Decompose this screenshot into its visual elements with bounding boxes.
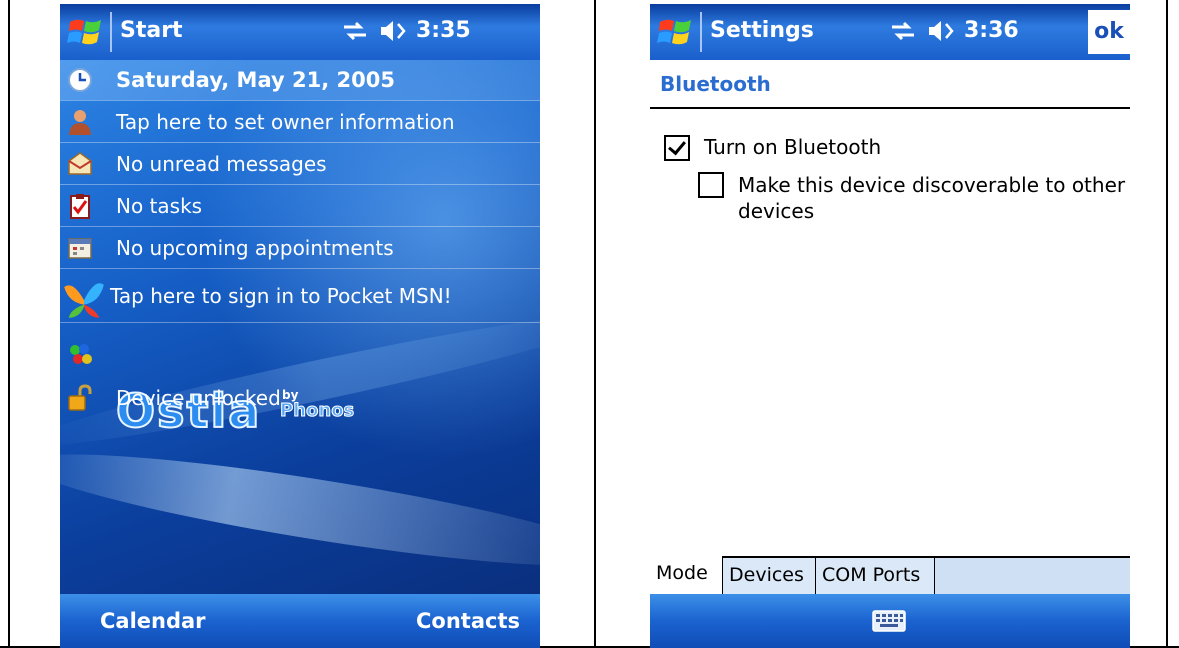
- tasks-row[interactable]: No tasks: [60, 186, 540, 226]
- softkey-bar: Calendar Contacts: [60, 594, 540, 648]
- title-bar: Start 3:35: [60, 4, 540, 60]
- softkey-bar: [650, 594, 1130, 648]
- tab-com-ports[interactable]: COM Ports: [816, 558, 935, 594]
- volume-icon[interactable]: [378, 18, 408, 44]
- messages-text: No unread messages: [116, 152, 327, 176]
- background-swoosh: [60, 433, 540, 587]
- start-screen: Start 3:35 Saturday, May 21, 2005 Tap he: [60, 4, 540, 648]
- clock-icon: [68, 68, 92, 92]
- msn-butterfly-icon: [64, 283, 104, 318]
- tab-strip: Mode Devices COM Ports: [650, 556, 1130, 596]
- softkey-contacts[interactable]: Contacts: [416, 609, 520, 633]
- owner-person-icon: [69, 110, 91, 135]
- keyboard-icon[interactable]: [872, 608, 906, 634]
- ok-button[interactable]: ok: [1088, 10, 1130, 54]
- clock[interactable]: 3:36: [964, 18, 1019, 43]
- title-separator: [110, 12, 112, 52]
- tab-devices[interactable]: Devices: [723, 558, 816, 594]
- unlocked-padlock-icon: [68, 384, 92, 411]
- row-divider: [60, 226, 540, 227]
- device-lock-text: Device unlocked: [116, 386, 281, 410]
- discoverable-label[interactable]: Make this device discoverable to other: [738, 172, 1125, 198]
- row-divider: [60, 268, 540, 269]
- bluetooth-settings-panel: Bluetooth Turn on Bluetooth Make this de…: [650, 60, 1130, 596]
- owner-info-text: Tap here to set owner information: [116, 110, 455, 134]
- envelope-icon: [68, 152, 92, 175]
- row-divider: [60, 142, 540, 143]
- tasks-clipboard-icon: [70, 194, 90, 219]
- row-divider: [60, 184, 540, 185]
- table-border-middle: [594, 0, 596, 648]
- title-separator: [700, 12, 702, 52]
- table-border-left: [8, 0, 10, 648]
- date-row[interactable]: Saturday, May 21, 2005: [60, 60, 540, 100]
- table-border-right: [1166, 0, 1168, 648]
- tab-mode[interactable]: Mode: [650, 556, 723, 594]
- ostia-plugin-row[interactable]: [60, 326, 540, 376]
- calendar-icon: [68, 238, 92, 259]
- date-text: Saturday, May 21, 2005: [116, 68, 395, 92]
- turn-on-bluetooth-label[interactable]: Turn on Bluetooth: [704, 134, 881, 160]
- section-title: Bluetooth: [660, 72, 771, 96]
- clock[interactable]: 3:35: [416, 18, 471, 43]
- today-panel: Saturday, May 21, 2005 Tap here to set o…: [60, 60, 540, 636]
- appointments-row[interactable]: No upcoming appointments: [60, 228, 540, 268]
- messages-row[interactable]: No unread messages: [60, 144, 540, 184]
- title-bar: Settings 3:36 ok: [650, 4, 1130, 60]
- row-divider: [60, 322, 540, 323]
- settings-screen: Settings 3:36 ok Bluetooth Turn on Bluet…: [650, 4, 1130, 648]
- discoverable-label-continued[interactable]: devices: [738, 198, 814, 224]
- window-title[interactable]: Settings: [710, 18, 814, 43]
- volume-icon[interactable]: [926, 18, 956, 44]
- owner-info-row[interactable]: Tap here to set owner information: [60, 102, 540, 142]
- softkey-calendar[interactable]: Calendar: [100, 609, 206, 633]
- window-title[interactable]: Start: [120, 18, 183, 43]
- turn-on-bluetooth-checkbox[interactable]: [664, 135, 690, 161]
- pocket-msn-row[interactable]: Tap here to sign in to Pocket MSN!: [60, 272, 540, 322]
- row-divider: [60, 100, 540, 101]
- ostia-plugin-icon: [70, 344, 92, 364]
- windows-start-icon[interactable]: [656, 12, 696, 52]
- connectivity-icon[interactable]: [890, 20, 916, 42]
- discoverable-checkbox[interactable]: [698, 172, 724, 198]
- appointments-text: No upcoming appointments: [116, 236, 394, 260]
- device-lock-row[interactable]: Device unlocked: [60, 378, 540, 418]
- windows-start-icon[interactable]: [66, 12, 106, 52]
- section-divider: [650, 107, 1130, 109]
- tasks-text: No tasks: [116, 194, 203, 218]
- connectivity-icon[interactable]: [342, 20, 368, 42]
- pocket-msn-text: Tap here to sign in to Pocket MSN!: [110, 284, 452, 308]
